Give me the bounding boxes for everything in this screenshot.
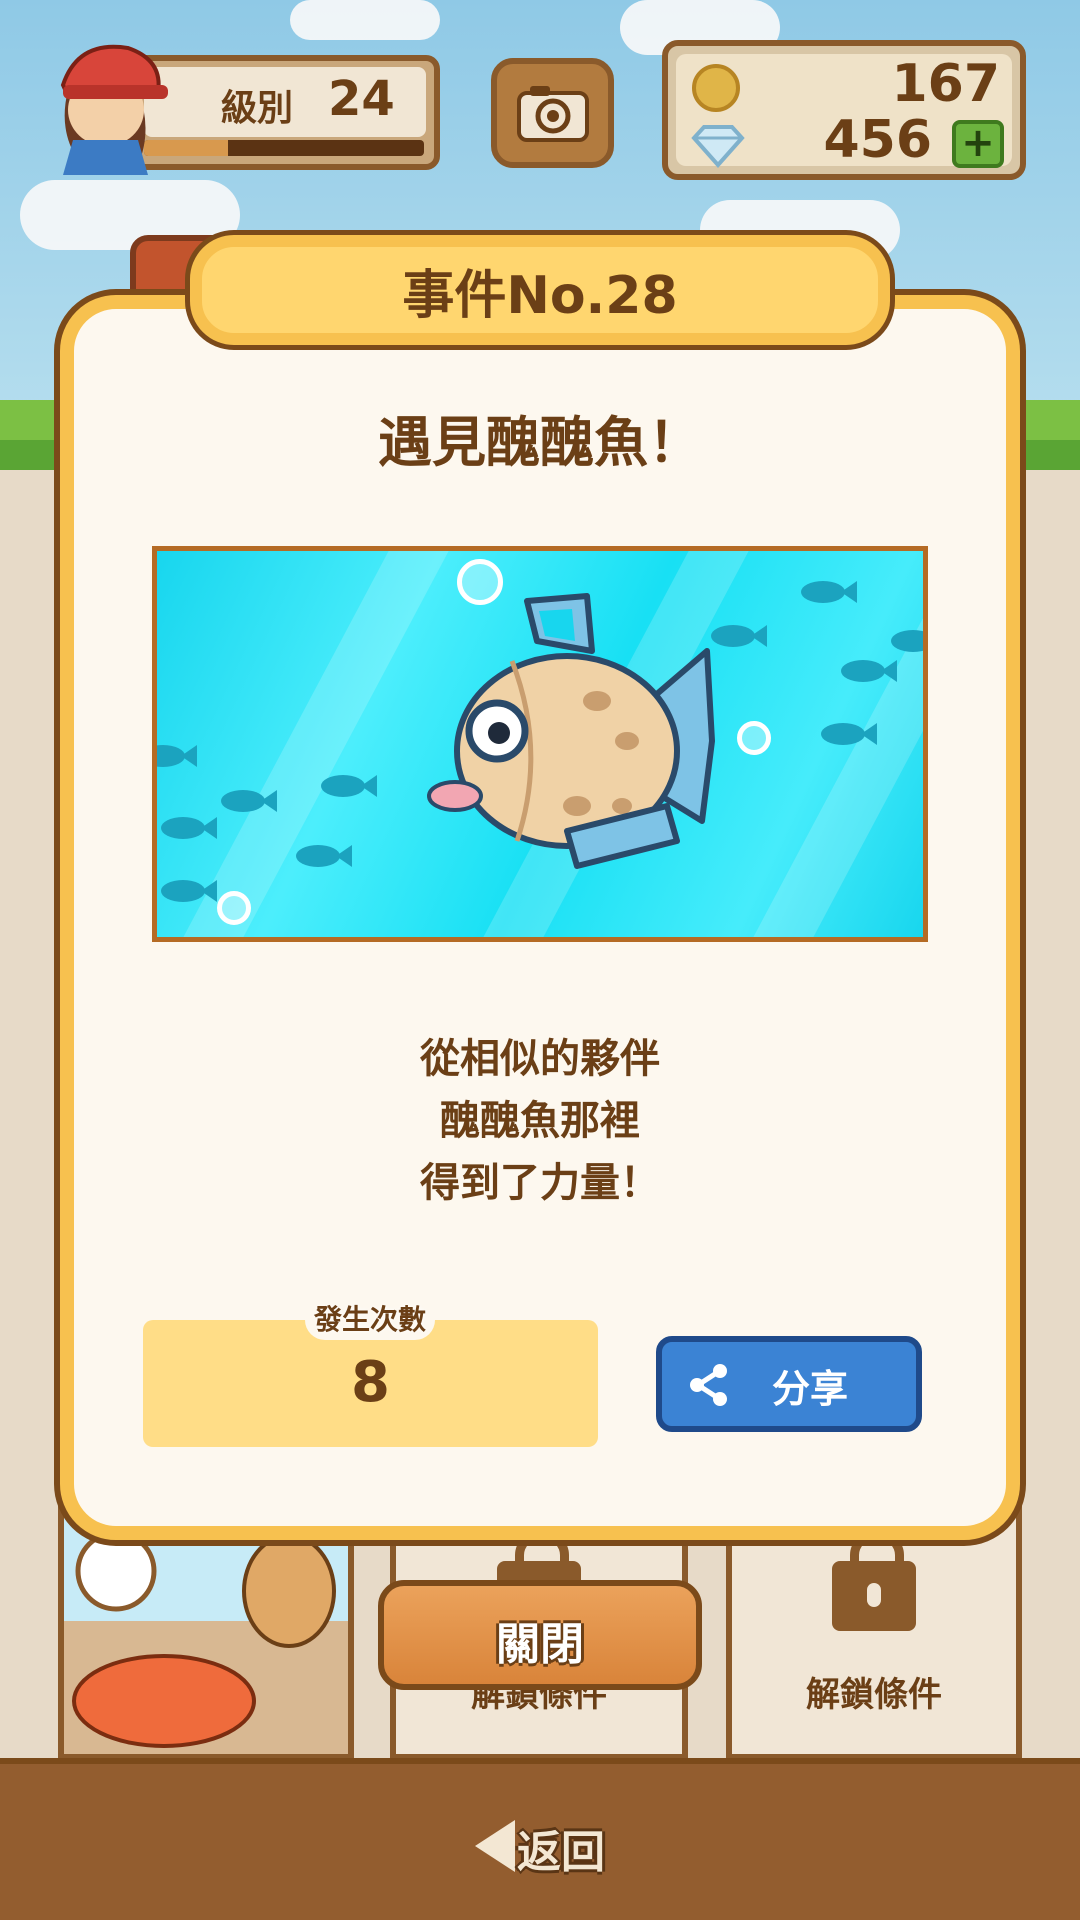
currency-panel: 167 456 + [662,40,1026,180]
gem-count: 456 [823,110,932,170]
camera-button[interactable] [491,58,614,168]
event-description-line: 從相似的夥伴 [420,1036,660,1082]
back-button[interactable]: 返回 [475,1814,605,1878]
coin-icon [692,64,740,112]
xp-progress-bar [144,140,424,156]
diamond-icon [691,125,745,168]
event-illustration [152,546,928,942]
occurrence-count-label: 發生次數 [305,1300,435,1340]
level-value: 24 [328,71,395,127]
coin-count: 167 [891,54,1000,114]
level-label: 級別 [221,88,294,129]
back-label: 返回 [517,1827,605,1878]
close-button[interactable]: 關閉 [378,1580,702,1690]
unlock-condition-label: 解鎖條件 [806,1675,942,1715]
back-arrow-icon [475,1820,515,1872]
close-label: 關閉 [496,1619,584,1670]
camera-icon [516,86,589,142]
add-gems-button[interactable]: + [952,120,1004,168]
player-level-panel[interactable]: 級別 24 [130,55,440,170]
event-description-line: 得到了力量！ [420,1160,660,1206]
event-number-title: 事件No.28 [402,265,678,326]
share-button[interactable]: 分享 [656,1336,922,1432]
trainer-avatar-icon[interactable] [38,30,168,175]
lock-icon [832,1531,916,1631]
event-number-tab: 事件No.28 [190,235,890,345]
occurrence-count-value: 8 [351,1350,390,1415]
feebas-icon [427,593,715,869]
share-icon [690,1364,727,1406]
event-description-line: 醜醜魚那裡 [440,1098,640,1144]
event-title: 遇見醜醜魚！ [378,411,702,474]
bottom-navigation-bar: 返回 [0,1758,1080,1920]
share-label: 分享 [772,1367,849,1411]
